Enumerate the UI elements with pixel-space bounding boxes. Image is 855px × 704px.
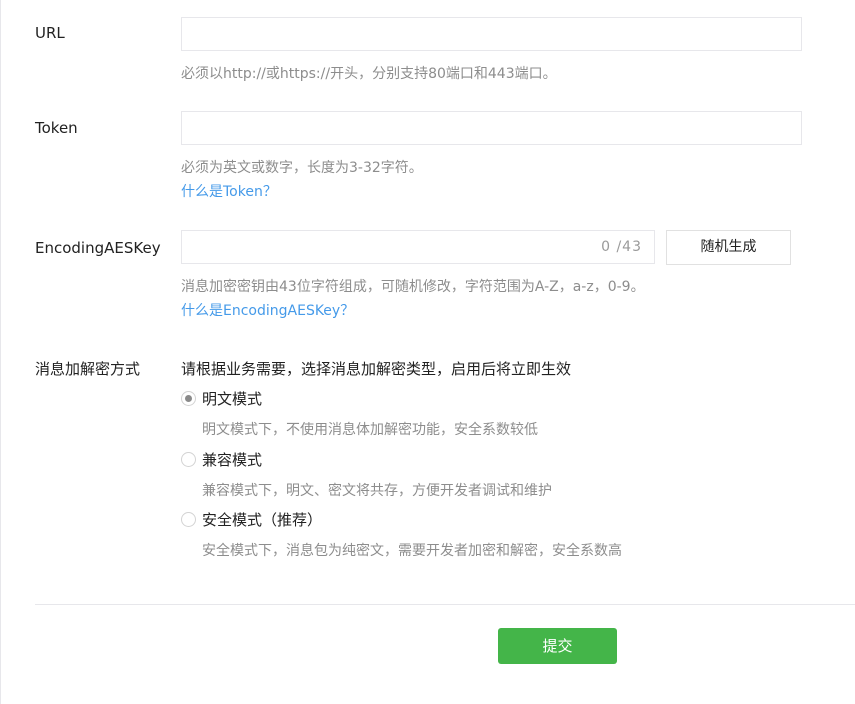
random-generate-button[interactable]: 随机生成 [666,230,791,265]
radio-compatible-mode[interactable]: 兼容模式 [181,449,262,470]
radio-checked-icon[interactable] [181,391,196,406]
plaintext-mode-desc: 明文模式下，不使用消息体加解密功能，安全系数较低 [202,422,538,438]
server-config-form: URL 必须以http://或https://开头，分别支持80端口和443端口… [0,0,855,704]
encryption-mode-intro: 请根据业务需要，选择消息加解密类型，启用后将立即生效 [181,360,572,378]
token-label: Token [35,119,78,137]
radio-plaintext-label: 明文模式 [202,390,263,408]
form-divider [35,604,855,605]
token-help-text: 必须为英文或数字，长度为3-32字符。 [181,160,423,176]
url-input[interactable] [181,17,802,51]
radio-compatible-label: 兼容模式 [202,451,263,469]
token-input[interactable] [181,111,802,145]
aes-key-help-text: 消息加密密钥由43位字符组成，可随机修改，字符范围为A-Z，a-z，0-9。 [181,279,645,295]
submit-button[interactable]: 提交 [498,628,617,664]
secure-mode-desc: 安全模式下，消息包为纯密文，需要开发者加密和解密，安全系数高 [202,543,622,559]
aes-key-char-counter: 0 /43 [601,239,642,255]
what-is-aes-key-link[interactable]: 什么是EncodingAESKey？ [181,300,354,320]
radio-plaintext-mode[interactable]: 明文模式 [181,388,262,409]
aes-key-label: EncodingAESKey [35,239,161,257]
radio-unchecked-icon[interactable] [181,512,196,527]
radio-unchecked-icon[interactable] [181,452,196,467]
url-label: URL [35,24,65,42]
aes-key-input[interactable]: 0 /43 [181,230,655,264]
radio-secure-mode[interactable]: 安全模式（推荐） [181,509,322,530]
what-is-token-link[interactable]: 什么是Token？ [181,181,277,201]
encryption-mode-label: 消息加解密方式 [35,360,141,378]
compatible-mode-desc: 兼容模式下，明文、密文将共存，方便开发者调试和维护 [202,483,552,499]
radio-secure-label: 安全模式（推荐） [202,511,323,529]
url-help-text: 必须以http://或https://开头，分别支持80端口和443端口。 [181,66,557,82]
